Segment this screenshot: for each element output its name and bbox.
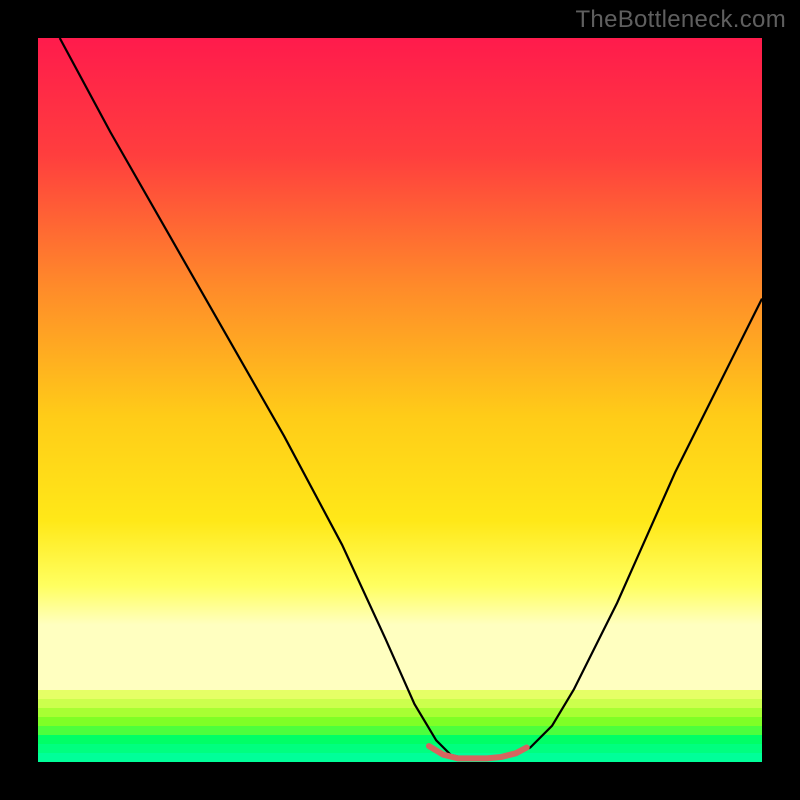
chart-svg: [38, 38, 762, 762]
watermark-text: TheBottleneck.com: [575, 6, 786, 34]
gradient-background: [38, 38, 762, 690]
chart-frame: TheBottleneck.com: [0, 0, 800, 800]
bottom-stripes: [38, 690, 762, 762]
plot-area: [38, 38, 762, 762]
